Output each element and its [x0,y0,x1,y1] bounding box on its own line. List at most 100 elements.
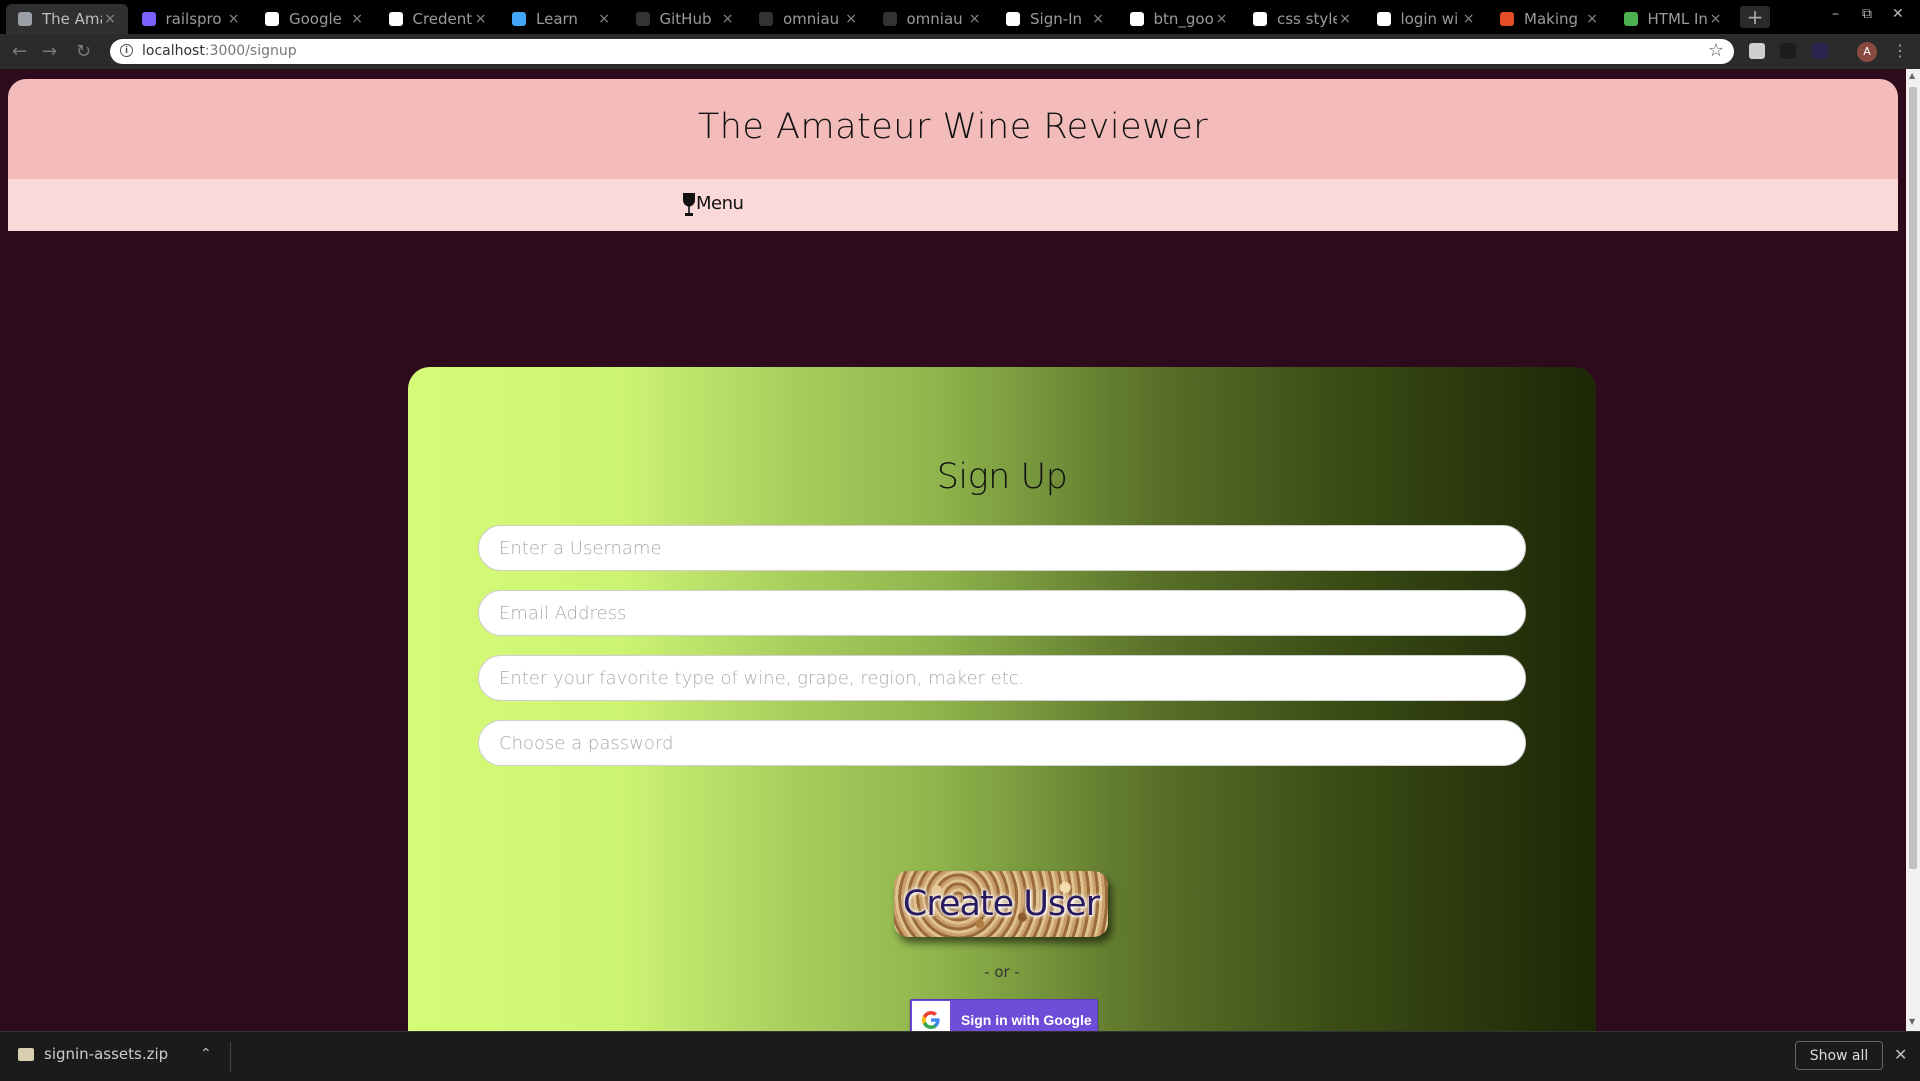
restore-icon[interactable]: ⧉ [1862,6,1872,22]
tab-favicon-icon [141,12,156,26]
google-signin-button[interactable]: Sign in with Google [910,999,1098,1031]
bookmark-star-icon[interactable]: ☆ [1708,40,1724,61]
wine-glass-icon [682,193,696,222]
tab-favicon-icon [265,12,279,26]
browser-tab[interactable]: omniau × [747,4,869,34]
browser-tab[interactable]: Sign-In × [994,4,1116,34]
tab-close-icon[interactable]: × [722,4,734,34]
tab-close-icon[interactable]: × [1586,4,1598,34]
browser-tab[interactable]: Making × [1488,4,1610,34]
tab-close-icon[interactable]: × [1092,4,1104,34]
tab-close-icon[interactable]: × [351,4,363,34]
signup-heading: Sign Up [936,457,1068,497]
tab-favicon-icon [512,12,526,26]
tab-close-icon[interactable]: × [1216,4,1228,34]
minimize-icon[interactable]: – [1832,6,1839,22]
tab-title: css style [1277,10,1337,28]
browser-tab[interactable]: The Ama× [6,4,128,34]
password-input[interactable] [478,720,1526,766]
tab-title: Learn [536,10,578,28]
browser-tab[interactable]: HTML In × [1612,4,1734,34]
browser-tab[interactable]: GitHub × [624,4,746,34]
google-signin-label: Sign in with Google [961,1012,1092,1028]
browser-tab[interactable]: btn_goo × [1118,4,1240,34]
tab-title: login wi [1400,10,1459,28]
extension-dark-icon[interactable] [1780,43,1796,59]
new-tab-button[interactable]: + [1740,6,1770,28]
tab-close-icon[interactable]: × [1463,4,1475,34]
or-divider: - or - [984,963,1020,981]
email-input[interactable] [478,590,1526,636]
browser-tab[interactable]: css style × [1241,4,1363,34]
show-all-button[interactable]: Show all [1795,1041,1883,1070]
browser-tab[interactable]: Credent × [377,4,499,34]
tab-close-icon[interactable]: × [845,4,857,34]
browser-tab-strip: The Ama×railspro×Google×Credent×Learn×Gi… [0,0,1920,34]
browser-tab[interactable]: railspro × [130,4,252,34]
menu-bar: Menu [8,179,1898,231]
tab-title: Google [289,10,342,28]
scroll-up-arrow-icon[interactable]: ▲ [1909,71,1915,80]
forward-arrow-icon[interactable]: → [42,41,57,62]
tab-close-icon[interactable]: × [598,4,610,34]
tab-close-icon[interactable]: × [1710,4,1722,34]
username-input[interactable] [478,525,1526,571]
url-host: localhost [142,43,205,59]
menu-toggle[interactable]: Menu [682,193,744,222]
tab-title: omniau [783,10,840,28]
site-header: The Amateur Wine Reviewer [8,79,1898,179]
address-url: localhost:3000/signup [142,39,297,64]
google-logo-icon [912,1001,950,1031]
tab-favicon-icon [388,12,403,26]
tab-title: The Ama [42,10,102,28]
scroll-down-arrow-icon[interactable]: ▼ [1909,1017,1915,1026]
tab-close-icon[interactable]: × [104,4,116,34]
page-viewport: The Amateur Wine Reviewer Menu Sign Up C… [0,69,1906,1031]
download-bar: signin-assets.zip ⌃ Show all ✕ [0,1031,1920,1081]
browser-menu-icon[interactable]: ⋮ [1892,41,1908,60]
tab-title: btn_goo [1153,10,1214,28]
tab-favicon-icon [1006,12,1020,26]
menu-label: Menu [696,193,744,214]
reload-icon[interactable]: ↻ [76,41,91,62]
tab-title: railspro [165,10,222,28]
back-arrow-icon[interactable]: ← [12,41,27,62]
tab-favicon-icon [759,12,773,26]
download-item[interactable]: signin-assets.zip [18,1045,168,1063]
create-user-button[interactable]: Create User [894,871,1108,937]
scrollbar-thumb[interactable] [1909,87,1917,869]
chevron-up-icon[interactable]: ⌃ [200,1046,212,1062]
tab-favicon-icon [18,12,32,26]
url-path: :3000/signup [204,43,297,59]
site-info-icon[interactable]: i [120,44,133,57]
browser-tab[interactable]: Learn × [500,4,622,34]
window-close-icon[interactable]: ✕ [1892,6,1904,22]
profile-avatar[interactable]: A [1857,42,1877,62]
download-file-name: signin-assets.zip [44,1045,169,1063]
tab-close-icon[interactable]: × [475,4,487,34]
browser-tab[interactable]: login wi × [1365,4,1487,34]
tab-title: GitHub [659,10,712,28]
tab-favicon-icon [1253,12,1267,26]
extension-purple-icon[interactable] [1812,43,1828,59]
tab-title: Credent [412,10,473,28]
extension-docs-icon[interactable] [1749,43,1765,59]
tab-favicon-icon [1376,12,1391,26]
tab-title: Making [1524,10,1579,28]
tab-favicon-icon [1623,12,1638,26]
tab-title: HTML In [1647,10,1708,28]
close-download-bar-icon[interactable]: ✕ [1894,1045,1907,1064]
browser-toolbar: ← → ↻ i localhost:3000/signup ☆ A ⋮ [0,34,1920,69]
address-bar[interactable]: i localhost:3000/signup ☆ [110,39,1734,64]
tab-title: omniau [906,10,963,28]
page-scrollbar[interactable]: ▲ ▼ [1906,69,1920,1031]
tab-favicon-icon [1500,12,1514,26]
tab-close-icon[interactable]: × [969,4,981,34]
browser-tab[interactable]: Google × [253,4,375,34]
download-separator [230,1042,231,1072]
browser-tab[interactable]: omniau × [871,4,993,34]
site-title: The Amateur Wine Reviewer [697,107,1209,147]
favorite-wine-input[interactable] [478,655,1526,701]
tab-close-icon[interactable]: × [1339,4,1351,34]
tab-close-icon[interactable]: × [228,4,240,34]
